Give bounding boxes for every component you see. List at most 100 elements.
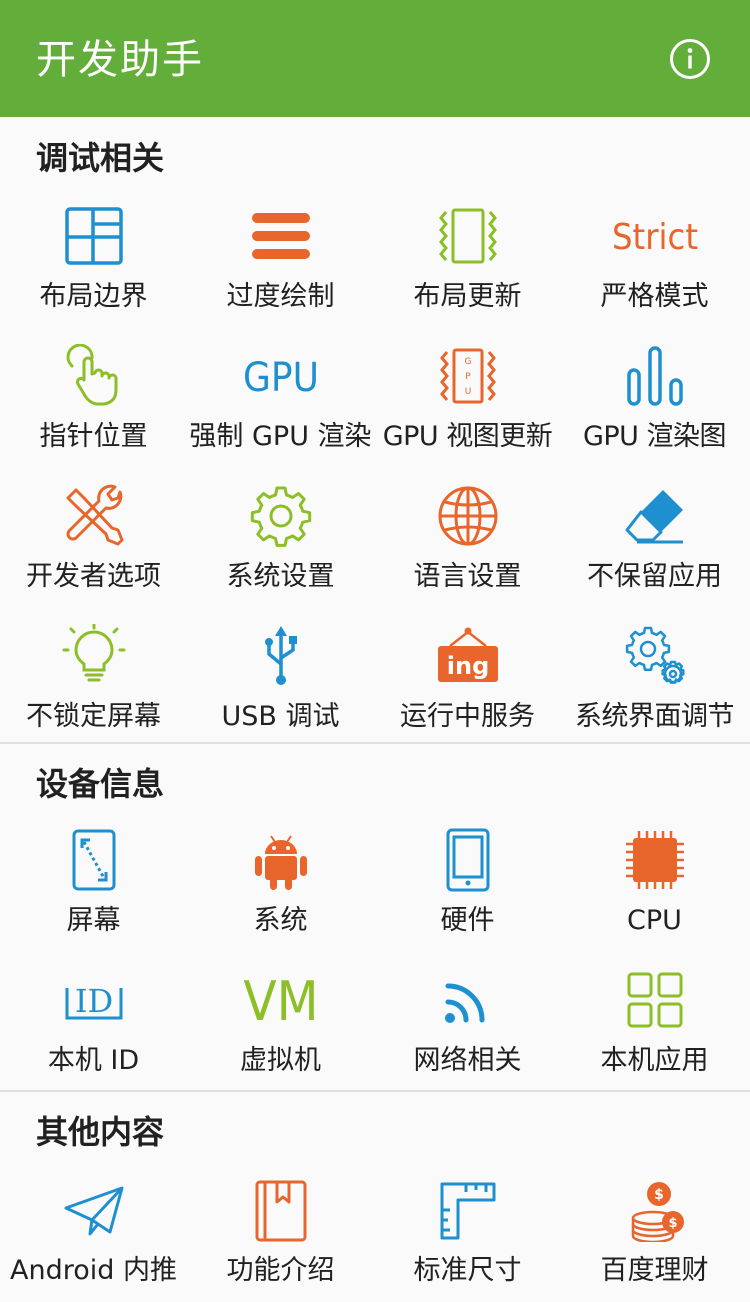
item-virtual-machine[interactable]: VM 虚拟机 xyxy=(187,952,374,1092)
gpu-render-bars-icon xyxy=(623,344,687,408)
item-label: 本机应用 xyxy=(600,1045,709,1076)
paper-plane-icon xyxy=(62,1178,126,1242)
item-label: 本机 ID xyxy=(47,1045,140,1076)
item-layout-update[interactable]: 布局更新 xyxy=(374,188,561,328)
item-cpu[interactable]: CPU xyxy=(561,812,748,952)
item-label: 屏幕 xyxy=(66,905,121,936)
item-android-referral[interactable]: Android 内推 xyxy=(0,1162,187,1302)
item-hardware[interactable]: 硬件 xyxy=(374,812,561,952)
item-pointer-location[interactable]: 指针位置 xyxy=(0,328,187,468)
coin-icon-text: $ xyxy=(654,1187,664,1203)
pointer-location-icon xyxy=(62,344,126,408)
running-service-icon: ing xyxy=(436,624,500,688)
eraser-icon xyxy=(623,484,687,548)
item-label: 强制 GPU 渲染 xyxy=(189,421,372,452)
cpu-chip-icon xyxy=(623,828,687,892)
item-label: 严格模式 xyxy=(600,281,709,312)
item-strict-mode[interactable]: Strict 严格模式 xyxy=(561,188,748,328)
phone-hardware-icon xyxy=(436,828,500,892)
item-label: GPU 渲染图 xyxy=(582,421,727,452)
strict-mode-icon: Strict xyxy=(605,204,705,268)
ruler-icon xyxy=(436,1178,500,1242)
section-title-other: 其他内容 xyxy=(36,1113,165,1151)
screen-icon xyxy=(62,828,126,892)
section-title-debug: 调试相关 xyxy=(36,139,165,177)
item-standard-size[interactable]: 标准尺寸 xyxy=(374,1162,561,1302)
svg-text:P: P xyxy=(465,372,471,382)
item-local-apps[interactable]: 本机应用 xyxy=(561,952,748,1092)
overdraw-icon xyxy=(249,204,313,268)
svg-text:U: U xyxy=(464,387,471,397)
item-label: 不保留应用 xyxy=(587,561,722,592)
item-screen[interactable]: 屏幕 xyxy=(0,812,187,952)
item-system[interactable]: 系统 xyxy=(187,812,374,952)
item-label: GPU 视图更新 xyxy=(382,421,553,452)
item-label: 系统界面调节 xyxy=(575,701,735,732)
usb-icon xyxy=(249,624,313,688)
item-label: 过度绘制 xyxy=(226,281,335,312)
item-usb-debugging[interactable]: USB 调试 xyxy=(187,608,374,748)
svg-text:G: G xyxy=(464,357,471,367)
network-signal-icon xyxy=(436,968,500,1032)
tools-icon xyxy=(62,484,126,548)
item-label: CPU xyxy=(627,905,682,936)
item-overdraw[interactable]: 过度绘制 xyxy=(187,188,374,328)
section-divider xyxy=(0,742,750,744)
info-icon[interactable] xyxy=(669,38,711,80)
item-label: 布局边界 xyxy=(39,281,148,312)
item-label: 系统设置 xyxy=(226,561,335,592)
system-ui-gears-icon xyxy=(623,624,687,688)
item-label: 开发者选项 xyxy=(26,561,161,592)
item-label: USB 调试 xyxy=(221,701,340,732)
item-system-ui-tuner[interactable]: 系统界面调节 xyxy=(561,608,748,748)
lightbulb-icon xyxy=(62,624,126,688)
gear-icon xyxy=(249,484,313,548)
ing-icon-text: ing xyxy=(446,652,489,680)
item-force-gpu[interactable]: GPU 强制 GPU 渲染 xyxy=(187,328,374,468)
item-label: Android 内推 xyxy=(10,1255,177,1286)
item-label: 虚拟机 xyxy=(240,1045,321,1076)
gpu-icon-text: GPU xyxy=(243,355,319,401)
strict-icon-text: Strict xyxy=(611,217,697,258)
item-label: 百度理财 xyxy=(600,1255,709,1286)
coin-icon-text: $ xyxy=(668,1216,677,1231)
item-label: 运行中服务 xyxy=(400,701,535,732)
book-icon xyxy=(249,1178,313,1242)
item-developer-options[interactable]: 开发者选项 xyxy=(0,468,187,608)
item-dont-keep-activities[interactable]: 不保留应用 xyxy=(561,468,748,608)
item-label: 布局更新 xyxy=(413,281,522,312)
globe-icon xyxy=(436,484,500,548)
item-gpu-view-update[interactable]: GPU GPU 视图更新 xyxy=(374,328,561,468)
gpu-view-update-icon: GPU xyxy=(436,344,500,408)
item-label: 指针位置 xyxy=(39,421,148,452)
item-label: 系统 xyxy=(253,905,308,936)
item-gpu-render-bars[interactable]: GPU 渲染图 xyxy=(561,328,748,468)
vm-icon-text: VM xyxy=(243,970,318,1032)
section-divider xyxy=(0,1090,750,1092)
item-system-settings[interactable]: 系统设置 xyxy=(187,468,374,608)
item-network[interactable]: 网络相关 xyxy=(374,952,561,1092)
item-label: 语言设置 xyxy=(413,561,522,592)
android-icon xyxy=(249,828,313,892)
vm-icon: VM xyxy=(231,968,331,1032)
item-feature-intro[interactable]: 功能介绍 xyxy=(187,1162,374,1302)
gpu-icon: GPU xyxy=(231,344,331,408)
item-running-services[interactable]: ing 运行中服务 xyxy=(374,608,561,748)
item-layout-bounds[interactable]: 布局边界 xyxy=(0,188,187,328)
id-icon: ID xyxy=(59,968,129,1032)
item-language-settings[interactable]: 语言设置 xyxy=(374,468,561,608)
section-title-device-info: 设备信息 xyxy=(36,765,165,803)
item-label: 标准尺寸 xyxy=(413,1255,522,1286)
app-title: 开发助手 xyxy=(36,37,204,83)
item-device-id[interactable]: ID 本机 ID xyxy=(0,952,187,1092)
layout-update-icon xyxy=(436,204,500,268)
item-label: 硬件 xyxy=(440,905,495,936)
layout-bounds-icon xyxy=(62,204,126,268)
item-stay-awake[interactable]: 不锁定屏幕 xyxy=(0,608,187,748)
item-baidu-finance[interactable]: $ $ 百度理财 xyxy=(561,1162,748,1302)
item-label: 功能介绍 xyxy=(226,1255,335,1286)
apps-grid-icon xyxy=(623,968,687,1032)
coins-icon: $ $ xyxy=(623,1178,687,1242)
item-label: 不锁定屏幕 xyxy=(26,701,161,732)
item-label: 网络相关 xyxy=(413,1045,522,1076)
